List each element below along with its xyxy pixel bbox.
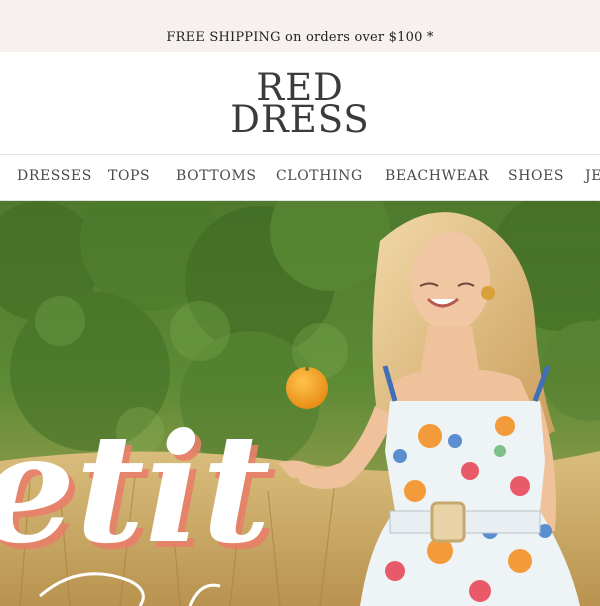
logo-line-2: DRESS bbox=[230, 98, 370, 141]
nav-item-shoes[interactable]: SHOES bbox=[508, 168, 564, 184]
nav-item-beachwear[interactable]: BEACHWEAR bbox=[385, 168, 489, 184]
hero-image: etit etit bbox=[0, 201, 600, 606]
site-header: RED DRESS bbox=[0, 52, 600, 154]
nav-item-tops[interactable]: TOPS bbox=[108, 168, 150, 184]
promo-text[interactable]: FREE SHIPPING on orders over $100 * bbox=[166, 30, 433, 45]
nav-item-clothing[interactable]: CLOTHING bbox=[276, 168, 363, 184]
hero-script-text: etit bbox=[0, 401, 271, 577]
main-nav: DRESSES TOPS BOTTOMS CLOTHING BEACHWEAR … bbox=[0, 154, 600, 201]
site-logo[interactable]: RED DRESS bbox=[230, 69, 370, 141]
nav-item-jewelry[interactable]: JE bbox=[585, 168, 600, 184]
nav-item-dresses[interactable]: DRESSES bbox=[17, 168, 92, 184]
promo-bar: FREE SHIPPING on orders over $100 * bbox=[0, 0, 600, 52]
nav-item-bottoms[interactable]: BOTTOMS bbox=[176, 168, 257, 184]
hero-banner[interactable]: etit etit bbox=[0, 201, 600, 606]
